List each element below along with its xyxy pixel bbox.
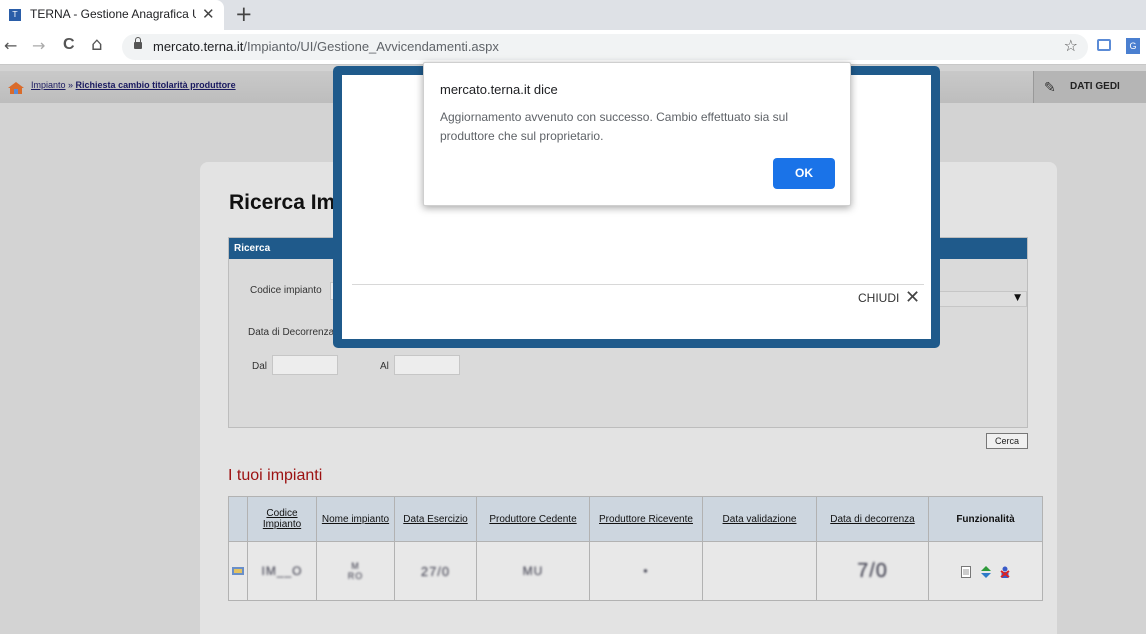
close-icon[interactable]: ✕ — [905, 287, 920, 308]
alert-title: mercato.terna.it dice — [440, 82, 558, 97]
chevron-down-icon: ▼ — [1014, 293, 1021, 303]
house-icon — [8, 82, 24, 94]
column-header[interactable]: Produttore Cedente — [476, 496, 590, 542]
data-decorrenza-label: Data di Decorrenza — [248, 327, 335, 338]
terna-favicon-icon: T — [9, 9, 21, 21]
tools-icon: ✎ — [1044, 80, 1056, 96]
browser-tab[interactable]: T TERNA - Gestione Anagrafica Un ✕ — [0, 0, 224, 30]
impianti-title: I tuoi impianti — [228, 467, 323, 484]
extension-translate-icon[interactable]: G — [1126, 38, 1140, 54]
plant-icon — [232, 566, 244, 575]
table-header-blank — [228, 496, 248, 542]
tab-close-icon[interactable]: ✕ — [202, 5, 215, 23]
dati-gedi-button[interactable]: ✎ DATI GEDI — [1033, 71, 1146, 103]
new-tab-icon[interactable]: + — [235, 2, 253, 26]
cerca-button[interactable]: Cerca — [986, 433, 1028, 449]
back-icon[interactable]: ← — [4, 36, 17, 55]
tab-title: TERNA - Gestione Anagrafica Un — [30, 7, 196, 21]
user-remove-icon[interactable] — [1000, 566, 1010, 578]
page-title: Ricerca Im — [229, 191, 336, 214]
reload-icon[interactable]: C — [63, 36, 75, 54]
navigation-bar: ← → C ⌂ mercato.terna.it/Impianto/UI/Ges… — [0, 30, 1146, 65]
url-text: mercato.terna.it/Impianto/UI/Gestione_Av… — [153, 39, 499, 54]
lock-icon — [134, 37, 142, 49]
column-header[interactable]: Produttore Ricevente — [589, 496, 703, 542]
breadcrumb-link-impianto[interactable]: Impianto — [31, 80, 66, 90]
dati-gedi-label: DATI GEDI — [1070, 81, 1120, 92]
swap-arrows-icon[interactable] — [980, 565, 991, 578]
nome-cell: M RO — [316, 541, 395, 601]
breadcrumb-current[interactable]: Richiesta cambio titolarità produttore — [76, 80, 236, 90]
search-select[interactable]: ▼ — [939, 291, 1027, 307]
ok-button[interactable]: OK — [773, 158, 835, 189]
codice-cell: IM__O — [247, 541, 317, 601]
bookmark-star-icon[interactable]: ☆ — [1064, 36, 1078, 55]
data-esercizio-cell: 27/0 — [394, 541, 477, 601]
column-header[interactable]: Codice Impianto — [247, 496, 317, 542]
column-header[interactable]: Data di decorrenza — [816, 496, 929, 542]
breadcrumb: Impianto » Richiesta cambio titolarità p… — [31, 80, 236, 90]
al-label: Al — [380, 361, 389, 372]
funzionalita-cell — [928, 541, 1043, 601]
chiudi-button[interactable]: CHIUDI — [858, 291, 899, 305]
tab-bar: T TERNA - Gestione Anagrafica Un ✕ + — [0, 0, 1146, 30]
address-bar[interactable]: mercato.terna.it/Impianto/UI/Gestione_Av… — [122, 34, 1088, 60]
column-header[interactable]: Nome impianto — [316, 496, 395, 542]
impianti-table: Codice Impianto Nome impianto Data Eserc… — [228, 496, 1043, 601]
data-validazione-cell — [702, 541, 817, 601]
codice-impianto-label: Codice impianto — [250, 285, 322, 296]
data-decorrenza-cell: 7/0 — [816, 541, 929, 601]
extension-reader-icon[interactable] — [1097, 39, 1111, 51]
produttore-ricevente-cell: • — [589, 541, 703, 601]
dal-label: Dal — [252, 361, 268, 372]
table-row: IM__O M RO 27/0 MU • 7/0 — [228, 541, 1043, 601]
alert-dialog: mercato.terna.it dice Aggiornamento avve… — [423, 62, 851, 206]
column-header: Funzionalità — [928, 496, 1043, 542]
dal-date-input[interactable] — [272, 355, 338, 375]
forward-icon[interactable]: → — [32, 36, 45, 55]
document-icon[interactable] — [961, 565, 972, 578]
al-date-input[interactable] — [394, 355, 460, 375]
row-icon-cell — [228, 541, 248, 601]
modal-divider — [352, 284, 924, 285]
column-header[interactable]: Data validazione — [702, 496, 817, 542]
produttore-cedente-cell: MU — [476, 541, 590, 601]
column-header[interactable]: Data Esercizio — [394, 496, 477, 542]
alert-message: Aggiornamento avvenuto con successo. Cam… — [440, 110, 788, 143]
home-icon[interactable]: ⌂ — [91, 34, 102, 55]
table-header-row: Codice Impianto Nome impianto Data Eserc… — [228, 496, 1043, 542]
